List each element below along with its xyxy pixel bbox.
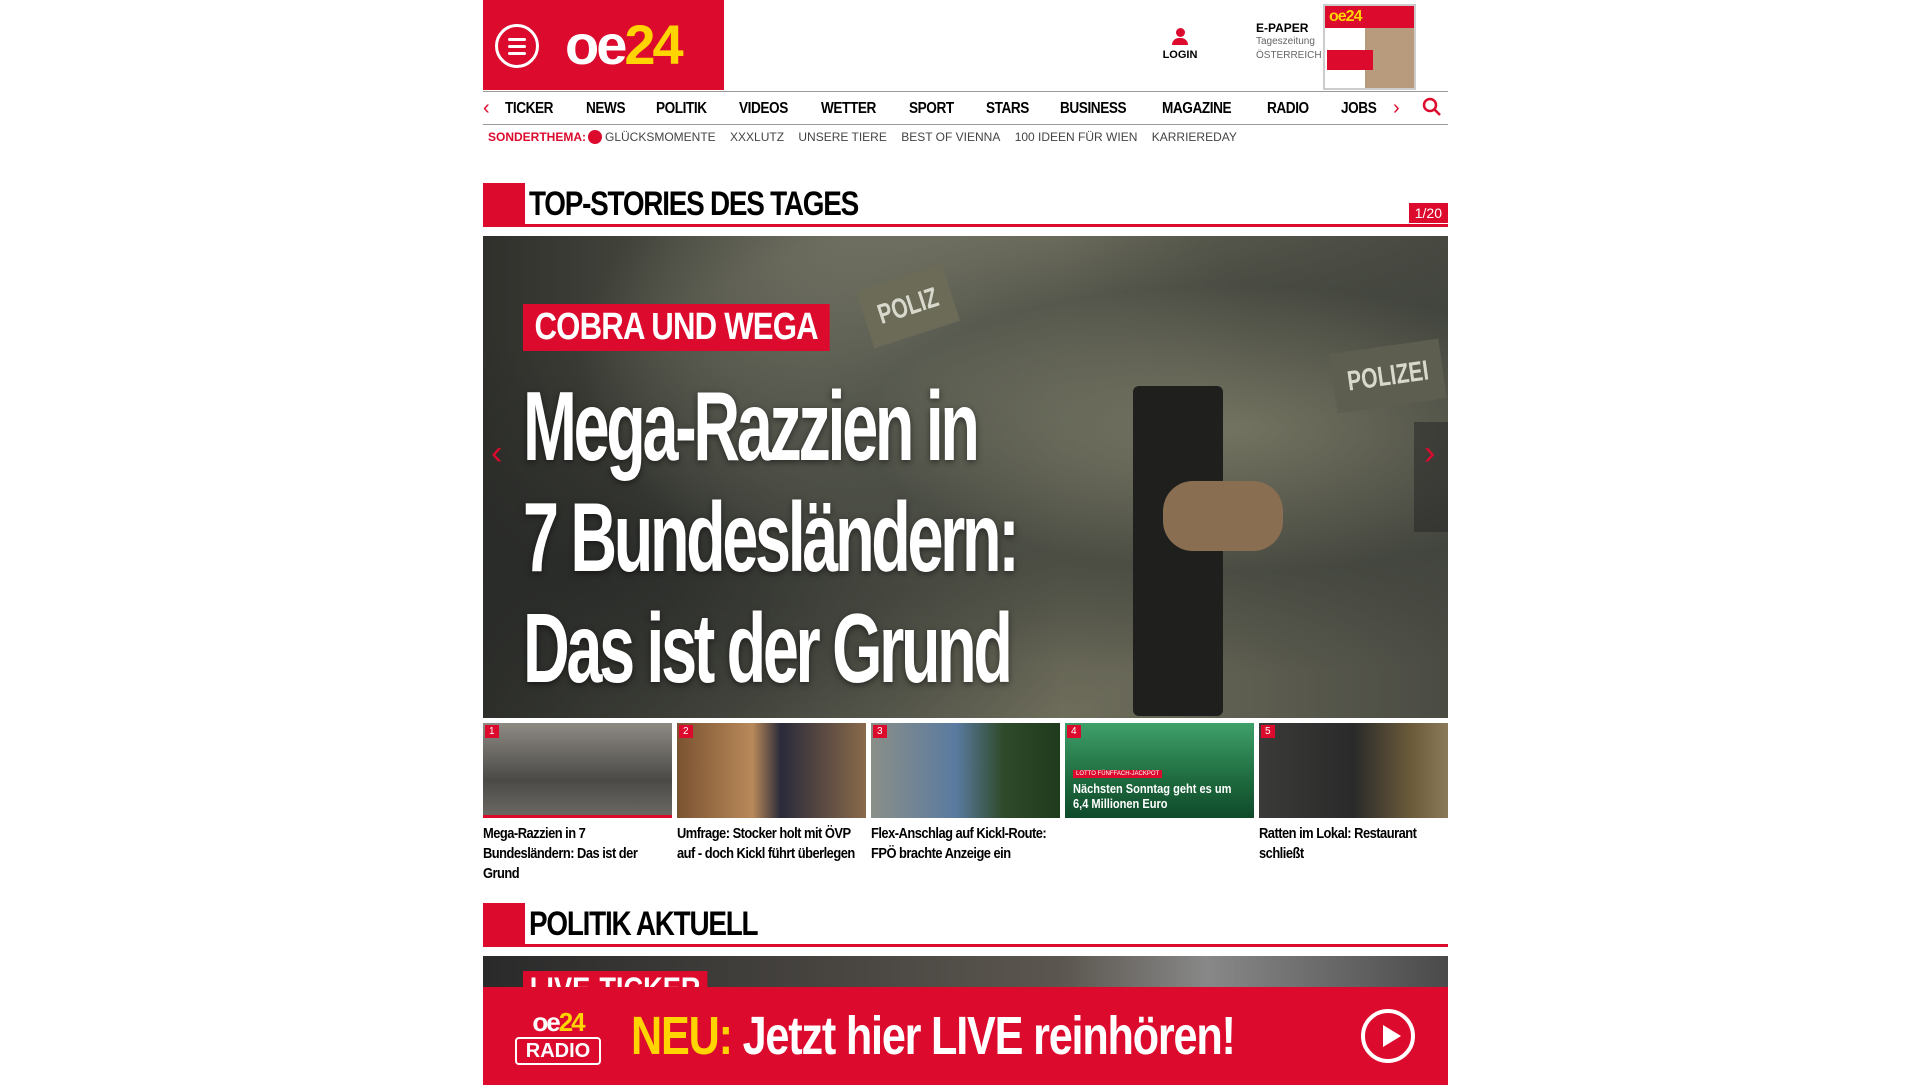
hero-next-arrow-icon[interactable]: › [1424, 436, 1435, 470]
section-header-top-stories: TOP-STORIES DES TAGES 1/20 [483, 183, 1448, 227]
hero-photo-shape [1163, 481, 1283, 551]
epaper-title: E-PAPER [1256, 21, 1309, 35]
page: oe24 LOGIN E-PAPER Tageszeitung ÖSTERREI… [483, 0, 1448, 1085]
nav-item-radio[interactable]: RADIO [1267, 100, 1309, 118]
sonderthema-bar: SONDERTHEMA: GLÜCKSMOMENTE XXXLUTZ UNSERE… [488, 130, 1248, 144]
nav-item-business[interactable]: BUSINESS [1060, 100, 1127, 118]
play-icon[interactable] [1361, 1009, 1415, 1063]
thumb-image: 5 [1259, 723, 1448, 818]
epaper-link[interactable]: E-PAPER Tageszeitung ÖSTERREICH [1256, 21, 1322, 63]
section-title: TOP-STORIES DES TAGES [529, 185, 859, 223]
thumb-caption: Flex-Anschlag auf Kickl-Route: FPÖ brach… [871, 825, 1047, 862]
radio-banner[interactable]: oe24 RADIO NEU: Jetzt hier LIVE reinhöre… [483, 987, 1448, 1085]
hero-photo-patch-1: POLIZ [855, 263, 961, 349]
user-icon [1175, 28, 1185, 37]
nav-item-sport[interactable]: SPORT [909, 100, 954, 118]
epaper-sub-1: Tageszeitung [1256, 36, 1315, 47]
epaper-sub-2: ÖSTERREICH [1256, 50, 1322, 61]
story-thumb[interactable]: 3 Flex-Anschlag auf Kickl-Route: FPÖ bra… [871, 723, 1060, 864]
slide-counter: 1/20 [1408, 203, 1448, 223]
login-label: LOGIN [1162, 49, 1198, 61]
radio-message: NEU: Jetzt hier LIVE reinhören! [631, 1006, 1236, 1066]
logo-block: oe24 [483, 0, 724, 90]
epaper-cover-image[interactable]: oe24 [1323, 4, 1416, 90]
hero-photo-shape [1133, 386, 1223, 716]
site-logo[interactable]: oe24 [565, 12, 684, 78]
story-thumb[interactable]: 2 Umfrage: Stocker holt mit ÖVP auf - do… [677, 723, 866, 864]
section-title: POLITIK AKTUELL [529, 905, 759, 943]
thumb-caption: Mega-Razzien in 7 Bundesländern: Das ist… [483, 825, 638, 882]
nav-item-stars[interactable]: STARS [986, 100, 1029, 118]
sonderthema-icon [588, 130, 602, 144]
nav-item-magazine[interactable]: MAGAZINE [1162, 100, 1232, 118]
hero-headline: Mega-Razzien in 7 Bundesländern: Das ist… [523, 371, 1020, 703]
menu-icon[interactable] [495, 24, 539, 68]
thumb-image: 1 [483, 723, 672, 818]
hero-story[interactable]: POLIZ POLIZEI COBRA UND WEGA Mega-Razzie… [483, 236, 1448, 718]
subnav-item-gluecksmomente[interactable]: GLÜCKSMOMENTE [605, 130, 716, 144]
hero-prev-arrow-icon[interactable]: ‹ [491, 436, 502, 470]
top-stories-thumbnails: 1 Mega-Razzien in 7 Bundesländern: Das i… [483, 723, 1448, 888]
subnav-item-xxxlutz[interactable]: XXXLUTZ [730, 130, 784, 144]
nav-item-ticker[interactable]: TICKER [505, 100, 553, 118]
story-thumb[interactable]: 4 LOTTO FÜNFFACH-JACKPOT Nächsten Sonnta… [1065, 723, 1254, 824]
hero-kicker: COBRA UND WEGA [523, 304, 830, 351]
hero-photo-patch-2: POLIZEI [1329, 338, 1447, 414]
nav-item-wetter[interactable]: WETTER [821, 100, 876, 118]
thumb-caption: Umfrage: Stocker holt mit ÖVP auf - doch… [677, 825, 855, 862]
subnav-item-unsere-tiere[interactable]: UNSERE TIERE [798, 130, 886, 144]
nav-item-politik[interactable]: POLITIK [656, 100, 707, 118]
nav-item-jobs[interactable]: JOBS [1341, 100, 1377, 118]
thumb-caption: Ratten im Lokal: Restaurant schließt [1259, 825, 1417, 862]
main-nav: ‹ TICKER NEWS POLITIK VIDEOS WETTER SPOR… [483, 91, 1448, 125]
subnav-item-best-of-vienna[interactable]: BEST OF VIENNA [901, 130, 1000, 144]
subnav-item-karriereday[interactable]: KARRIEREDAY [1152, 130, 1237, 144]
thumb-overlay-text: Nächsten Sonntag geht es um 6,4 Millione… [1073, 781, 1232, 811]
search-icon[interactable] [1422, 97, 1442, 117]
thumb-image: 4 LOTTO FÜNFFACH-JACKPOT Nächsten Sonnta… [1065, 723, 1254, 818]
subnav-item-100-ideen[interactable]: 100 IDEEN FÜR WIEN [1015, 130, 1138, 144]
story-thumb[interactable]: 5 Ratten im Lokal: Restaurant schließt [1259, 723, 1448, 864]
nav-right-arrow-icon[interactable]: › [1393, 98, 1400, 118]
nav-left-arrow-icon[interactable]: ‹ [483, 98, 490, 118]
thumb-image: 2 [677, 723, 866, 818]
nav-item-news[interactable]: NEWS [586, 100, 626, 118]
story-thumb[interactable]: 1 Mega-Razzien in 7 Bundesländern: Das i… [483, 723, 672, 884]
thumb-image: 3 [871, 723, 1060, 818]
sonderthema-label: SONDERTHEMA: [488, 130, 586, 144]
login-button[interactable]: LOGIN [1160, 28, 1200, 61]
section-header-politik: POLITIK AKTUELL [483, 903, 1448, 947]
nav-item-videos[interactable]: VIDEOS [739, 100, 788, 118]
radio-logo: oe24 RADIO [513, 1009, 603, 1069]
